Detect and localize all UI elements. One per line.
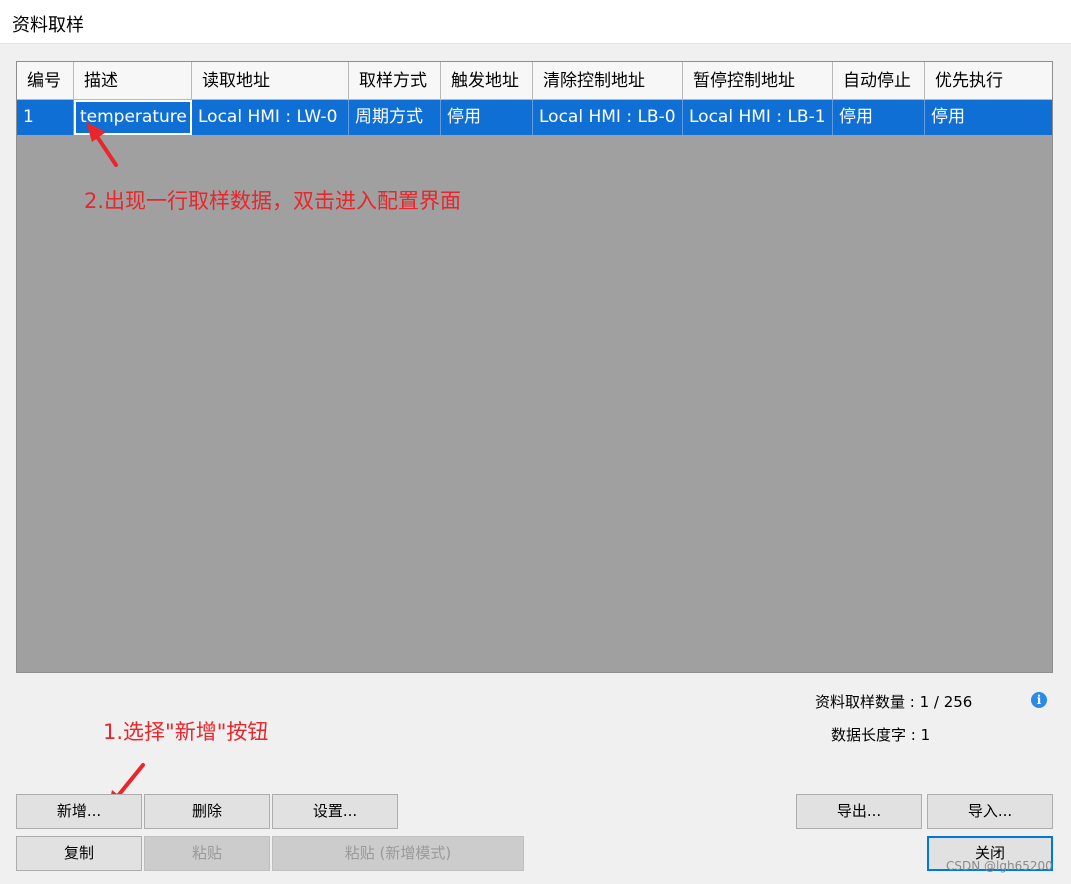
watermark: CSDN @lgh65200 bbox=[946, 859, 1053, 873]
paste-new-mode-button[interactable]: 粘贴 (新增模式) bbox=[272, 836, 524, 871]
sample-count-label: 资料取样数量 : 1 / 256 bbox=[815, 693, 973, 711]
annotation-step-1: 1.选择"新增"按钮 bbox=[103, 720, 269, 744]
data-length-label: 数据长度字 : 1 bbox=[831, 726, 931, 744]
export-button[interactable]: 导出... bbox=[796, 794, 922, 829]
add-button[interactable]: 新增... bbox=[16, 794, 142, 829]
paste-button[interactable]: 粘贴 bbox=[144, 836, 270, 871]
annotation-arrow-icon bbox=[86, 122, 145, 808]
settings-button[interactable]: 设置... bbox=[272, 794, 398, 829]
import-button[interactable]: 导入... bbox=[927, 794, 1053, 829]
info-icon[interactable]: i bbox=[1031, 692, 1047, 708]
delete-button[interactable]: 删除 bbox=[144, 794, 270, 829]
copy-button[interactable]: 复制 bbox=[16, 836, 142, 871]
